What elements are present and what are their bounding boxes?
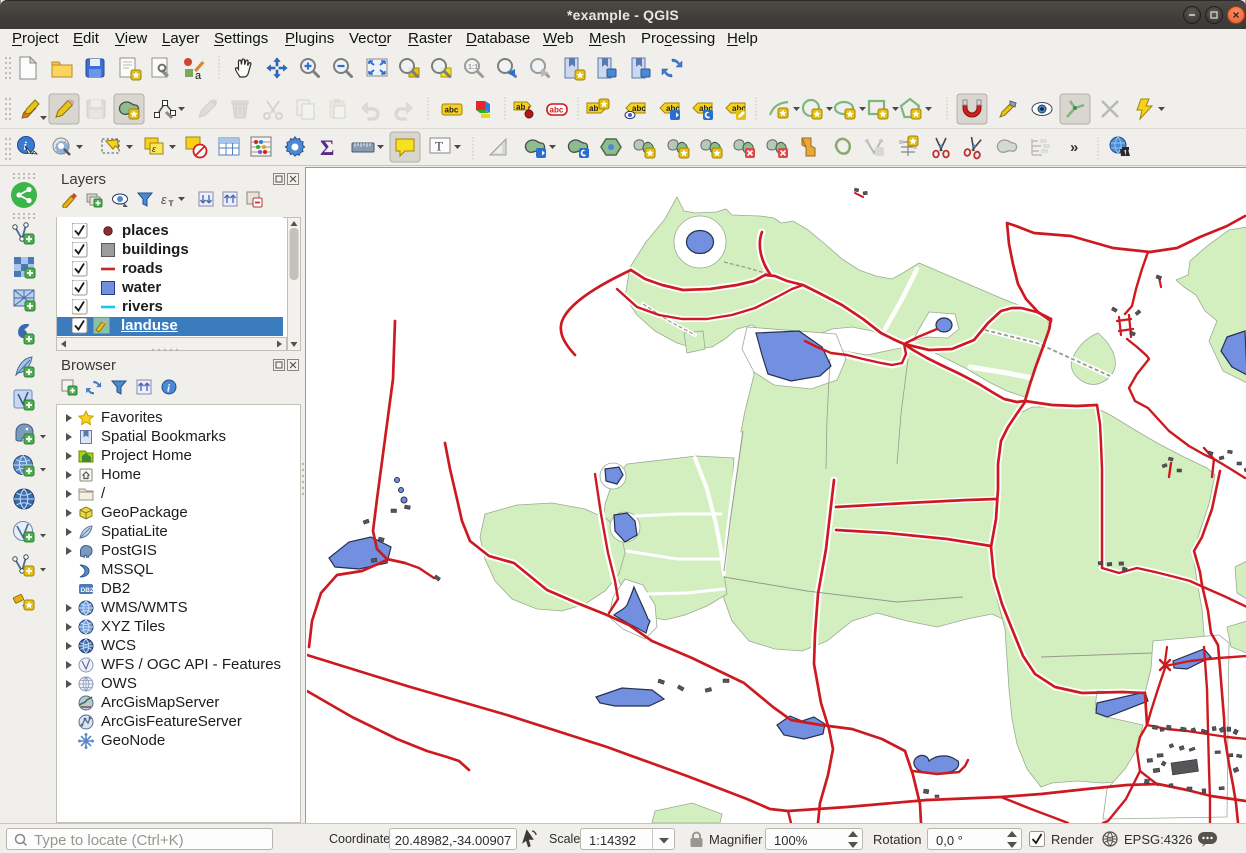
svg-text:abc: abc	[445, 106, 459, 115]
svg-text:abc: abc	[632, 104, 646, 113]
svg-text:Σ: Σ	[320, 135, 334, 160]
svg-text:ab: ab	[516, 103, 525, 112]
svg-text:abc: abc	[550, 106, 564, 115]
svg-text:T: T	[435, 139, 443, 154]
svg-text:DB2: DB2	[81, 587, 94, 594]
svg-text:ab: ab	[589, 104, 598, 113]
svg-text:ε: ε	[161, 192, 167, 207]
svg-text:1:1: 1:1	[468, 64, 478, 71]
svg-text:»: »	[1070, 139, 1078, 156]
svg-text:a: a	[195, 70, 202, 82]
